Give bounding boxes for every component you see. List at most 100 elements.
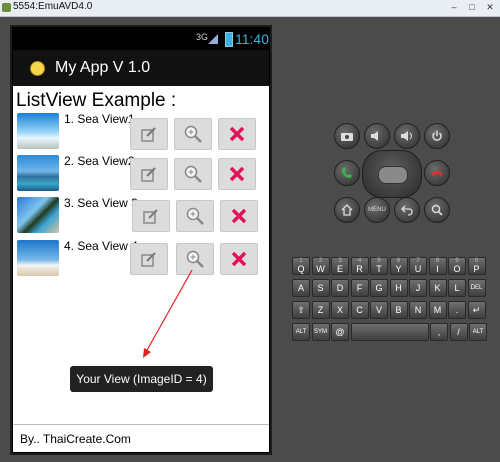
sea-view-thumbnail bbox=[17, 197, 59, 233]
list-item[interactable]: 1. Sea View1 bbox=[13, 112, 269, 152]
delete-button[interactable] bbox=[218, 118, 256, 150]
dpad[interactable] bbox=[362, 150, 422, 198]
home-button[interactable] bbox=[334, 197, 360, 223]
key[interactable]: 8I bbox=[428, 257, 447, 275]
delete-icon bbox=[231, 251, 247, 267]
zoom-button[interactable] bbox=[174, 158, 212, 190]
list-item[interactable]: 2. Sea View2 bbox=[13, 154, 269, 194]
delete-icon bbox=[231, 208, 247, 224]
key[interactable]: 1Q bbox=[292, 257, 310, 275]
list-item-label: 2. Sea View2 bbox=[64, 154, 135, 168]
key[interactable]: J bbox=[409, 279, 427, 297]
back-button[interactable] bbox=[394, 197, 420, 223]
zoom-button[interactable] bbox=[174, 118, 212, 150]
key[interactable]: L bbox=[448, 279, 466, 297]
space-key[interactable] bbox=[350, 323, 429, 341]
key[interactable]: 9O bbox=[448, 257, 466, 275]
key-label: Z bbox=[317, 305, 324, 315]
key[interactable]: DEL bbox=[467, 279, 486, 297]
camera-button[interactable] bbox=[334, 123, 360, 149]
edit-icon bbox=[141, 167, 156, 182]
key-label: . bbox=[455, 305, 459, 315]
key[interactable]: H bbox=[389, 279, 408, 297]
delete-button[interactable] bbox=[220, 243, 258, 275]
key[interactable]: ALT bbox=[469, 323, 487, 341]
volume-up-button[interactable] bbox=[394, 123, 420, 149]
volume-down-button[interactable] bbox=[364, 123, 390, 149]
list-item[interactable]: 3. Sea View 3 bbox=[13, 196, 269, 236]
key[interactable]: ⇧ bbox=[292, 301, 310, 319]
delete-button[interactable] bbox=[220, 200, 258, 232]
window-titlebar: 5554:EmuAVD4.0 – □ ✕ bbox=[0, 0, 500, 17]
key[interactable]: ↵ bbox=[467, 301, 486, 319]
key-label: N bbox=[414, 305, 422, 315]
key[interactable]: C bbox=[350, 301, 369, 319]
key-label: D bbox=[336, 283, 344, 293]
edit-icon bbox=[143, 209, 158, 224]
key[interactable]: 6Y bbox=[389, 257, 408, 275]
search-button[interactable] bbox=[424, 197, 450, 223]
edit-button[interactable] bbox=[130, 118, 168, 150]
close-window-button[interactable]: ✕ bbox=[482, 1, 498, 13]
key-label: ALT bbox=[295, 329, 307, 335]
dpad-center-button[interactable] bbox=[378, 166, 408, 184]
key[interactable]: 3E bbox=[331, 257, 349, 275]
status-clock: 11:40 bbox=[235, 31, 269, 47]
call-button[interactable] bbox=[334, 160, 360, 186]
key[interactable]: 4R bbox=[350, 257, 369, 275]
delete-icon bbox=[229, 166, 245, 182]
key-label: V bbox=[375, 305, 382, 315]
sea-view-thumbnail bbox=[17, 155, 59, 191]
window-controls: – □ ✕ bbox=[446, 1, 498, 13]
key[interactable]: 7U bbox=[409, 257, 427, 275]
edit-button[interactable] bbox=[130, 243, 168, 275]
zoom-button[interactable] bbox=[176, 200, 214, 232]
key[interactable]: @ bbox=[331, 323, 349, 341]
key-label: F bbox=[356, 283, 363, 293]
window-title: 5554:EmuAVD4.0 bbox=[13, 1, 93, 12]
menu-button[interactable]: MENU bbox=[364, 197, 390, 223]
delete-button[interactable] bbox=[218, 158, 256, 190]
edit-button[interactable] bbox=[132, 200, 170, 232]
list-item[interactable]: 4. Sea View 4 bbox=[13, 239, 269, 279]
key[interactable]: S bbox=[311, 279, 330, 297]
app-launcher-icon[interactable] bbox=[30, 61, 45, 76]
key-label: G bbox=[375, 283, 383, 293]
key[interactable]: , bbox=[430, 323, 448, 341]
end-call-button[interactable] bbox=[424, 160, 450, 186]
call-icon bbox=[342, 167, 352, 178]
menu-label: MENU bbox=[368, 207, 386, 213]
key[interactable]: D bbox=[331, 279, 349, 297]
zoom-button[interactable] bbox=[176, 243, 214, 275]
key[interactable]: 0P bbox=[467, 257, 486, 275]
key-label: O bbox=[453, 264, 461, 274]
key[interactable]: F bbox=[350, 279, 369, 297]
zoom-icon bbox=[184, 125, 202, 143]
key[interactable]: G bbox=[370, 279, 388, 297]
key[interactable]: V bbox=[370, 301, 388, 319]
key[interactable]: B bbox=[389, 301, 408, 319]
key[interactable]: SYM bbox=[311, 323, 330, 341]
edit-button[interactable] bbox=[130, 158, 168, 190]
key[interactable]: A bbox=[292, 279, 310, 297]
key[interactable]: M bbox=[428, 301, 447, 319]
signal-icon bbox=[208, 34, 218, 44]
maximize-button[interactable]: □ bbox=[464, 1, 480, 13]
delete-icon bbox=[229, 126, 245, 142]
key-label: H bbox=[395, 283, 402, 293]
key[interactable]: X bbox=[331, 301, 349, 319]
key[interactable]: ALT bbox=[292, 323, 310, 341]
key[interactable]: K bbox=[428, 279, 447, 297]
key-label: @ bbox=[335, 327, 345, 337]
key[interactable]: / bbox=[449, 323, 468, 341]
key[interactable]: 2W bbox=[311, 257, 330, 275]
power-button[interactable] bbox=[424, 123, 450, 149]
key[interactable]: 5T bbox=[370, 257, 388, 275]
key[interactable]: . bbox=[448, 301, 466, 319]
key[interactable]: Z bbox=[311, 301, 330, 319]
key-label: E bbox=[336, 264, 343, 274]
key[interactable]: N bbox=[409, 301, 427, 319]
list-item-label: 1. Sea View1 bbox=[64, 112, 135, 126]
minimize-button[interactable]: – bbox=[446, 1, 462, 13]
key-label: J bbox=[415, 283, 421, 293]
